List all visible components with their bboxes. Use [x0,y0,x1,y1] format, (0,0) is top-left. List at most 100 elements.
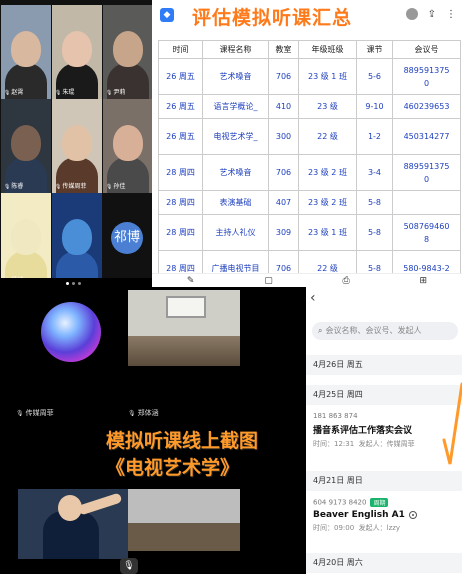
sheet-bottom-toolbar: ✎ ▢ ⎙ ⊞ [152,273,462,287]
table-cell[interactable]: 22 级 [298,118,357,155]
table-cell[interactable]: 706 [268,58,299,95]
day-header: 4月20日 周六 [306,553,462,573]
table-row[interactable]: 26 周五 语言学概论_ 410 23 级 9-10 460239653 [158,94,461,119]
table-cell[interactable]: 语言学概论_ [202,94,269,119]
participant-video-tile[interactable]: 赵霄 [1,5,51,99]
table-cell[interactable]: 5-6 [356,58,393,95]
participant-name-label: 孙佳 [106,181,125,190]
participant-video-tile[interactable]: 杨博 [1,193,51,287]
page-dots[interactable] [66,282,81,285]
meeting-title: 播音系评估工作落实会议 [313,426,413,436]
table-cell[interactable]: 28 周四 [158,154,203,191]
participant-video-tile[interactable]: 朱琨 [52,5,102,99]
participant-video-tile[interactable]: 孙佳 [103,99,153,193]
participant-video-tile[interactable]: 尹莉 [103,5,153,99]
meeting-title: Beaver English A1 [313,510,459,520]
table-cell[interactable]: 508769460 8 [392,214,461,251]
table-cell[interactable]: 26 周五 [158,94,203,119]
column-header[interactable]: 课节 [356,40,393,59]
table-cell[interactable]: 460239653 [392,94,461,119]
projector-screen [166,296,206,318]
table-cell[interactable]: 706 [268,154,299,191]
participant-face [11,31,41,67]
participant-video-tile[interactable] [52,193,102,287]
table-cell[interactable]: 艺术嗓音 [202,58,269,95]
table-cell[interactable]: 23 级 2 班 [298,190,357,215]
meeting-time: 时间：12:31 [313,440,355,448]
table-cell[interactable]: 450314277 [392,118,461,155]
edit-icon[interactable]: ✎ [187,276,195,286]
table-cell[interactable]: 5-8 [356,214,393,251]
meeting-history-list: ‹ ⌕ 会议名称、会议号、发起人 4月26日 周五 4月25日 周四 181 86… [306,287,462,574]
table-cell[interactable]: 889591375 0 [392,154,461,191]
participant-video-tile[interactable]: 陈睿 [1,99,51,193]
column-header[interactable]: 课程名称 [202,40,269,59]
participant-video-tile[interactable]: 传媒周菲 [52,99,102,193]
teacher-video-tile[interactable] [18,489,128,559]
meeting-item[interactable]: 181 863 874 播音系评估工作落实会议 时间：12:31 发起人：传媒周… [313,412,459,449]
participant-avatar[interactable]: 祁博 [111,222,143,254]
column-header[interactable]: 年级班级 [298,40,357,59]
table-cell[interactable]: 电视艺术学_ [202,118,269,155]
page-dot[interactable] [78,282,81,285]
teacher-arm [77,492,123,516]
table-cell[interactable]: 5-8 [356,190,393,215]
table-cell[interactable]: 23 级 1 班 [298,214,357,251]
table-cell[interactable]: 23 级 [298,94,357,119]
table-row[interactable]: 26 周五 艺术嗓音 706 23 级 1 班 5-6 889591375 0 [158,58,461,95]
sheet-title: 评估模拟听课汇总 [192,7,353,29]
participant-name-label: 赵霄 [4,87,23,96]
participant-name-label: 朱琨 [55,87,74,96]
comment-icon[interactable]: ▢ [264,276,273,286]
table-cell[interactable]: 26 周五 [158,58,203,95]
column-header[interactable]: 教室 [268,40,299,59]
participant-name-label: 尹莉 [106,87,125,96]
table-cell[interactable] [392,190,461,215]
table-cell[interactable]: 表演基础 [202,190,269,215]
table-cell[interactable]: 410 [268,94,299,119]
list-top-bar: ‹ [306,287,462,309]
print-icon[interactable]: ⎙ [343,276,350,286]
classroom-video-tile[interactable] [128,489,240,551]
sheet-header: ◆ 评估模拟听课汇总 ⇪ ⋮ [152,0,462,34]
table-cell[interactable]: 309 [268,214,299,251]
table-row[interactable]: 26 周五 电视艺术学_ 300 22 级 1-2 450314277 [158,118,461,155]
microphone-icon[interactable]: 🎙 [120,558,138,574]
user-avatar[interactable] [405,8,418,20]
table-cell[interactable]: 26 周五 [158,118,203,155]
table-cell[interactable]: 23 级 1 班 [298,58,357,95]
docs-logo-icon: ◆ [160,8,174,22]
table-cell[interactable]: 主持人礼仪 [202,214,269,251]
column-header[interactable]: 时间 [158,40,203,59]
participant-face [113,31,143,67]
day-header: 4月21日 周日 [306,471,462,491]
table-cell[interactable]: 407 [268,190,299,215]
meeting-host: 发起人：lzzy [358,524,401,532]
back-icon[interactable]: ‹ [310,290,316,306]
table-cell[interactable]: 1-2 [356,118,393,155]
more-icon[interactable]: ⋮ [446,9,456,20]
table-row[interactable]: 28 周四 表演基础 407 23 级 2 班 5-8 [158,190,461,215]
meeting-item[interactable]: 604 9173 8420 周期 Beaver English A1 时间：09:… [313,498,459,533]
table-cell[interactable]: 28 周四 [158,190,203,215]
grid-icon[interactable]: ⊞ [420,276,428,286]
table-cell[interactable]: 300 [268,118,299,155]
table-cell[interactable]: 9-10 [356,94,393,119]
search-input[interactable]: ⌕ 会议名称、会议号、发起人 [312,322,458,340]
column-header[interactable]: 会议号 [392,40,461,59]
participant-name-label: 传媒周菲 [55,181,86,190]
share-icon[interactable]: ⇪ [428,9,436,20]
page-dot[interactable] [72,282,75,285]
page-dot[interactable] [66,282,69,285]
table-cell[interactable]: 889591375 0 [392,58,461,95]
meeting-time: 时间：09:00 [313,524,355,532]
table-row[interactable]: 28 周四 主持人礼仪 309 23 级 1 班 5-8 508769460 8 [158,214,461,251]
table-row[interactable]: 28 周四 艺术嗓音 706 23 级 2 班 3-4 889591375 0 [158,154,461,191]
table-cell[interactable]: 28 周四 [158,214,203,251]
student-desks [128,336,240,366]
table-cell[interactable]: 3-4 [356,154,393,191]
classroom-video-tile[interactable] [128,290,240,366]
table-cell[interactable]: 23 级 2 班 [298,154,357,191]
table-cell[interactable]: 艺术嗓音 [202,154,269,191]
day-header: 4月25日 周四 [306,385,462,405]
